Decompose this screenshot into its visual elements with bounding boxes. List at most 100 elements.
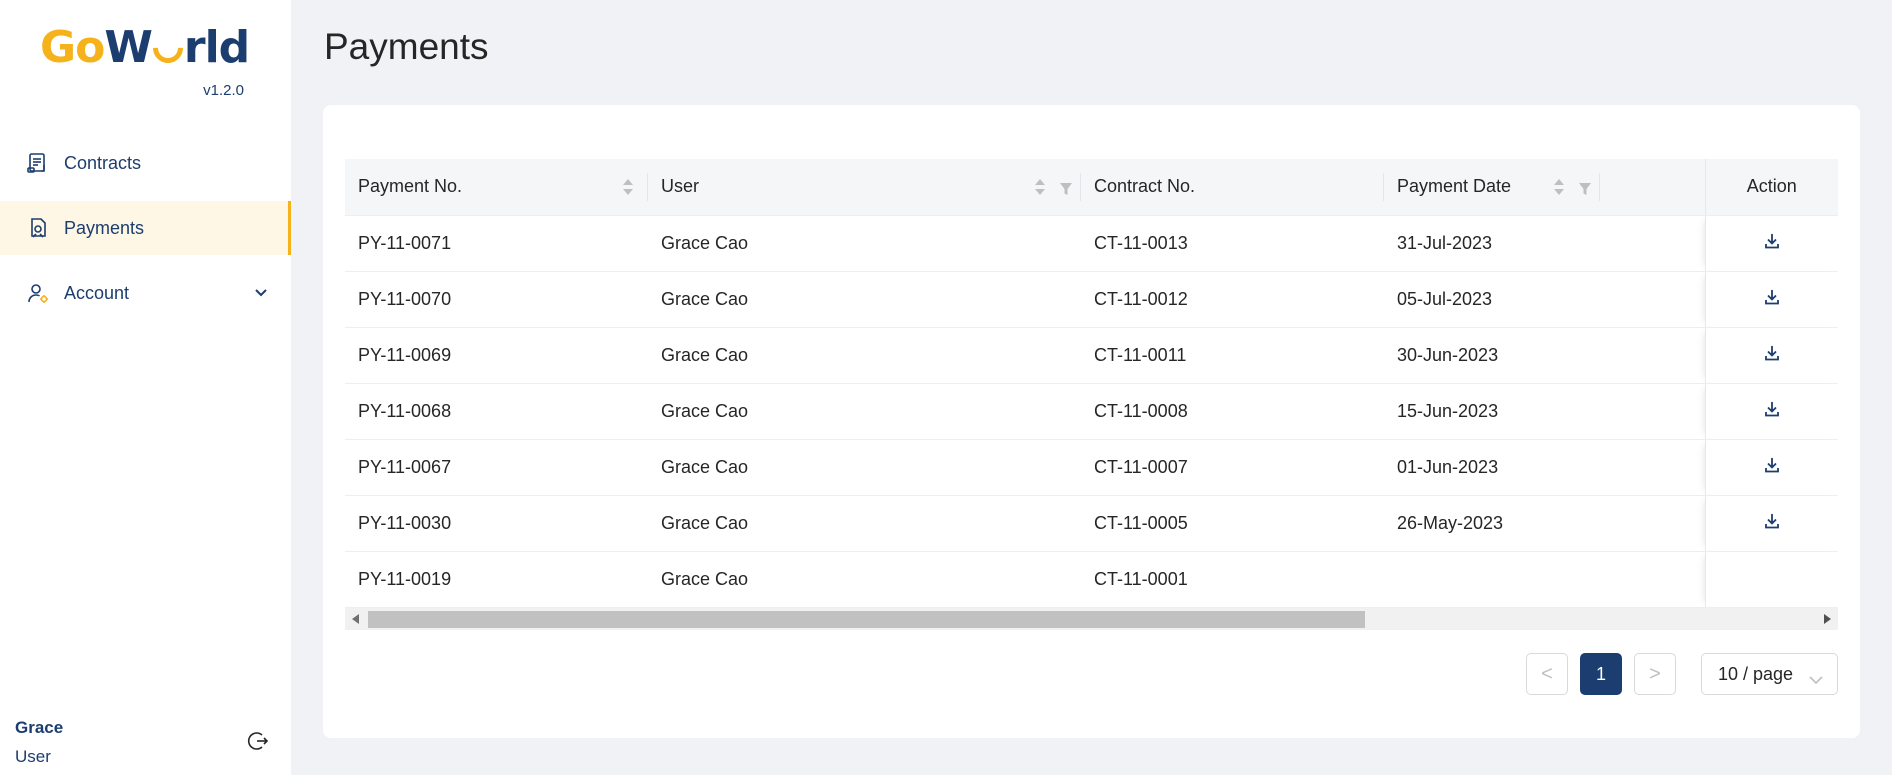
cell-blank: [1600, 495, 1705, 552]
column-header-payment-no[interactable]: Payment No.: [345, 159, 648, 216]
sidebar-item-payments[interactable]: Payments: [0, 201, 291, 255]
cell-blank: [1600, 439, 1705, 496]
cell-payment-no: PY-11-0071: [345, 215, 648, 272]
table-row: PY-11-0067 Grace Cao CT-11-0007 01-Jun-2…: [345, 439, 1838, 496]
column-header-user[interactable]: User: [648, 159, 1081, 216]
cell-contract-no: CT-11-0005: [1081, 495, 1384, 552]
contract-icon: [26, 151, 50, 175]
cell-blank: [1600, 215, 1705, 272]
cell-payment-no: PY-11-0067: [345, 439, 648, 496]
table-row: PY-11-0030 Grace Cao CT-11-0005 26-May-2…: [345, 495, 1838, 552]
table-row: PY-11-0019 Grace Cao CT-11-0001: [345, 551, 1838, 608]
payments-table-wrapper: Payment No. User Contract No. Payment Da…: [345, 159, 1838, 634]
cell-user: Grace Cao: [648, 495, 1081, 552]
filter-icon[interactable]: [1059, 180, 1073, 195]
column-header-contract-no[interactable]: Contract No.: [1081, 159, 1384, 216]
sidebar-item-label: Account: [64, 282, 130, 303]
download-icon[interactable]: [1762, 511, 1782, 531]
sidebar-item-contracts[interactable]: Contracts: [0, 136, 291, 190]
table-row: PY-11-0071 Grace Cao CT-11-0013 31-Jul-2…: [345, 215, 1838, 272]
cell-blank: [1600, 327, 1705, 384]
cell-payment-no: PY-11-0070: [345, 271, 648, 328]
cell-blank: [1600, 271, 1705, 328]
goworld-logo: GoW rld: [40, 22, 250, 73]
cell-action: [1704, 327, 1838, 384]
cell-contract-no: CT-11-0012: [1081, 271, 1384, 328]
user-role: User: [15, 747, 51, 766]
cell-blank: [1600, 383, 1705, 440]
page-title: Payments: [324, 26, 489, 67]
column-header-label: Contract No.: [1094, 176, 1196, 197]
scroll-left-arrow-icon[interactable]: [352, 614, 359, 624]
cell-user: Grace Cao: [648, 383, 1081, 440]
sort-icon[interactable]: [1034, 178, 1046, 196]
sidebar-nav: Contracts Payments Account: [0, 136, 291, 331]
cell-blank: [1600, 551, 1705, 608]
column-header-blank: [1600, 159, 1705, 216]
payment-icon: [26, 216, 50, 240]
cell-payment-no: PY-11-0019: [345, 551, 648, 608]
cell-payment-date: [1384, 551, 1600, 608]
table-row: PY-11-0070 Grace Cao CT-11-0012 05-Jul-2…: [345, 271, 1838, 328]
cell-action: [1704, 439, 1838, 496]
column-header-payment-date[interactable]: Payment Date: [1384, 159, 1600, 216]
cell-user: Grace Cao: [648, 551, 1081, 608]
table-row: PY-11-0069 Grace Cao CT-11-0011 30-Jun-2…: [345, 327, 1838, 384]
cell-action: [1704, 271, 1838, 328]
download-icon[interactable]: [1762, 231, 1782, 251]
download-icon[interactable]: [1762, 343, 1782, 363]
download-icon[interactable]: [1762, 399, 1782, 419]
sort-icon[interactable]: [622, 178, 634, 196]
sidebar: GoW rld v1.2.0 Contracts Payments Accoun…: [0, 0, 291, 775]
cell-payment-date: 26-May-2023: [1384, 495, 1600, 552]
account-settings-icon: [26, 281, 50, 305]
cell-payment-date: 31-Jul-2023: [1384, 215, 1600, 272]
cell-action: [1704, 383, 1838, 440]
cell-action: [1704, 495, 1838, 552]
column-header-label: Payment Date: [1397, 176, 1512, 197]
page-size-select[interactable]: 10 / page: [1701, 653, 1838, 695]
download-icon[interactable]: [1762, 287, 1782, 307]
cell-user: Grace Cao: [648, 215, 1081, 272]
payments-card: Payment No. User Contract No. Payment Da…: [323, 105, 1860, 738]
table-row: PY-11-0068 Grace Cao CT-11-0008 15-Jun-2…: [345, 383, 1838, 440]
user-name: Grace: [15, 718, 64, 737]
chevron-down-icon[interactable]: [253, 285, 269, 301]
scrollbar-thumb[interactable]: [368, 611, 1365, 628]
sidebar-item-label: Contracts: [64, 152, 142, 173]
filter-icon[interactable]: [1578, 180, 1592, 195]
sort-icon[interactable]: [1553, 178, 1565, 196]
cell-payment-no: PY-11-0068: [345, 383, 648, 440]
table-header-row: Payment No. User Contract No. Payment Da…: [345, 159, 1838, 216]
chevron-down-icon: [1809, 669, 1823, 685]
download-icon[interactable]: [1762, 455, 1782, 475]
app-version: v1.2.0: [203, 82, 244, 99]
cell-user: Grace Cao: [648, 271, 1081, 328]
previous-page-button[interactable]: <: [1526, 653, 1568, 695]
cell-action: [1704, 215, 1838, 272]
current-page-button[interactable]: 1: [1580, 653, 1622, 695]
cell-contract-no: CT-11-0007: [1081, 439, 1384, 496]
payments-table: Payment No. User Contract No. Payment Da…: [345, 159, 1838, 608]
cell-payment-no: PY-11-0030: [345, 495, 648, 552]
column-header-action: Action: [1704, 159, 1838, 216]
column-header-label: User: [661, 176, 700, 197]
sidebar-item-account[interactable]: Account: [0, 266, 291, 320]
cell-contract-no: CT-11-0013: [1081, 215, 1384, 272]
cell-user: Grace Cao: [648, 439, 1081, 496]
next-page-button[interactable]: >: [1634, 653, 1676, 695]
scroll-right-arrow-icon[interactable]: [1824, 614, 1831, 624]
cell-contract-no: CT-11-0001: [1081, 551, 1384, 608]
cell-contract-no: CT-11-0011: [1081, 327, 1384, 384]
cell-payment-date: 05-Jul-2023: [1384, 271, 1600, 328]
horizontal-scrollbar[interactable]: [345, 608, 1838, 630]
page-size-value: 10 / page: [1718, 663, 1794, 684]
cell-payment-no: PY-11-0069: [345, 327, 648, 384]
sidebar-item-label: Payments: [64, 217, 145, 238]
cell-contract-no: CT-11-0008: [1081, 383, 1384, 440]
cell-payment-date: 15-Jun-2023: [1384, 383, 1600, 440]
cell-payment-date: 30-Jun-2023: [1384, 327, 1600, 384]
cell-action: [1704, 551, 1838, 608]
logout-icon[interactable]: [247, 730, 269, 752]
cell-user: Grace Cao: [648, 327, 1081, 384]
